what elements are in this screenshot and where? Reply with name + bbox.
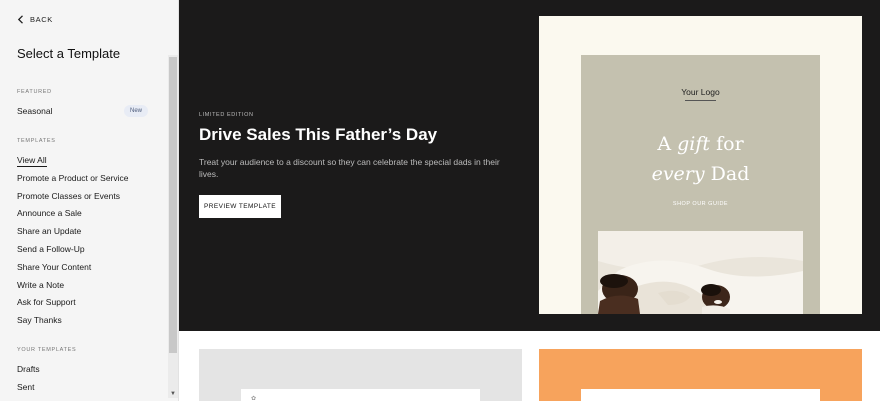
featured-section-label: FEATURED [17, 89, 52, 95]
sidebar-item-announce-sale[interactable]: Announce a Sale [17, 208, 82, 218]
sidebar-item-drafts[interactable]: Drafts [17, 364, 40, 374]
template-card-2-preview: ✿ [241, 389, 480, 401]
template-card-3[interactable] [539, 349, 862, 401]
email-headline-line-2: every Dad [581, 163, 820, 185]
featured-template-preview[interactable]: Your Logo A gift for every Dad SHOP OUR … [539, 16, 862, 314]
featured-hero: LIMITED EDITION Drive Sales This Father’… [179, 0, 880, 331]
email-preview: Your Logo A gift for every Dad SHOP OUR … [581, 55, 820, 314]
hero-description: Treat your audience to a discount so the… [199, 157, 500, 179]
new-badge: New [124, 105, 149, 117]
headline-word-dad: Dad [710, 163, 750, 185]
leaf-icon: ✿ [251, 396, 257, 401]
templates-section-label: TEMPLATES [17, 138, 56, 144]
logo-divider [685, 100, 716, 101]
sidebar-item-write-note[interactable]: Write a Note [17, 280, 64, 290]
email-hero-photo [598, 231, 803, 314]
father-child-photo [598, 231, 803, 314]
sidebar-scrollbar[interactable]: ▼ [168, 55, 178, 398]
sidebar-item-view-all[interactable]: View All [17, 155, 47, 167]
sidebar-item-share-update[interactable]: Share an Update [17, 226, 81, 236]
back-button[interactable]: BACK [17, 15, 53, 24]
chevron-left-icon [17, 15, 23, 24]
headline-word-a: A [657, 133, 672, 155]
scroll-down-arrow-icon[interactable]: ▼ [170, 391, 176, 397]
sidebar-item-promote-product[interactable]: Promote a Product or Service [17, 173, 129, 183]
headline-word-every: every [651, 163, 705, 185]
sidebar-item-share-content[interactable]: Share Your Content [17, 262, 91, 272]
sidebar-title: Select a Template [17, 46, 121, 61]
headline-word-gift: gift [677, 133, 711, 155]
sidebar-item-promote-classes[interactable]: Promote Classes or Events [17, 191, 120, 201]
template-card-2[interactable]: ✿ [199, 349, 522, 401]
hero-title: Drive Sales This Father’s Day [199, 125, 438, 144]
email-cta: SHOP OUR GUIDE [672, 201, 729, 207]
hero-eyebrow: LIMITED EDITION [199, 112, 254, 118]
template-sidebar: BACK Select a Template FEATURED Seasonal… [0, 0, 179, 401]
template-gallery: LIMITED EDITION Drive Sales This Father’… [179, 0, 880, 401]
back-label: BACK [30, 15, 53, 24]
sidebar-item-say-thanks[interactable]: Say Thanks [17, 315, 62, 325]
sidebar-item-seasonal[interactable]: Seasonal [17, 106, 52, 116]
sidebar-item-ask-support[interactable]: Ask for Support [17, 297, 76, 307]
your-templates-section-label: YOUR TEMPLATES [17, 347, 77, 353]
email-headline-line-1: A gift for [581, 133, 820, 155]
scrollbar-thumb[interactable] [169, 57, 177, 353]
template-card-3-preview [581, 389, 820, 401]
sidebar-item-sent[interactable]: Sent [17, 382, 35, 392]
email-logo: Your Logo [681, 87, 720, 97]
headline-word-for: for [716, 133, 744, 155]
preview-template-button[interactable]: PREVIEW TEMPLATE [199, 195, 281, 218]
sidebar-item-send-follow-up[interactable]: Send a Follow-Up [17, 244, 85, 254]
